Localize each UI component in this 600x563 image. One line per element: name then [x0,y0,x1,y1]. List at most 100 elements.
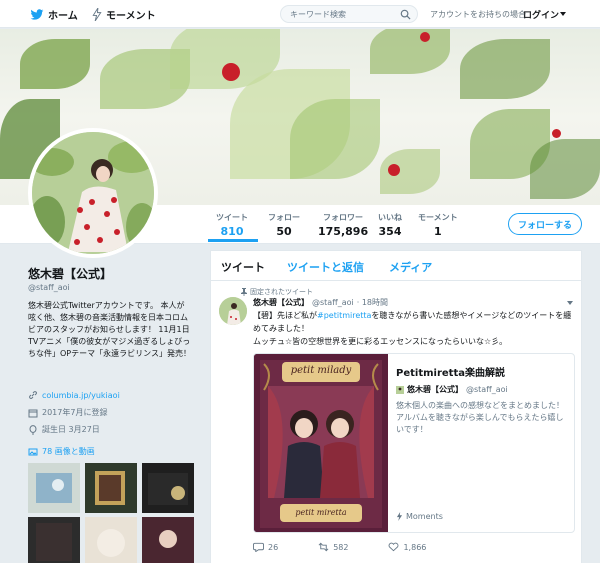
lightning-icon [92,8,102,21]
media-link[interactable]: 78 画像と動画 [28,446,95,457]
profile-birthday-row: 誕生日 3月27日 [28,424,100,435]
tweet-avatar-photo [219,297,247,325]
profile-handle: @staff_aoi [28,283,70,292]
moment-card[interactable]: petit milady petit miretta Petitmiretta楽… [253,353,575,533]
thumbnail-image [85,463,137,513]
heart-icon [389,542,399,552]
tweet-hashtag[interactable]: #petitmiretta [317,311,371,320]
banner-berry [388,164,400,176]
stat-label: いいね [378,213,402,222]
thumbnail-image [142,463,194,513]
stat-label: ツイート [216,213,248,222]
avatar-photo [32,132,154,254]
retweet-count: 582 [333,542,349,552]
profile-joined: 2017年7月に登録 [42,408,108,417]
tweet-avatar[interactable] [219,297,247,325]
media-thumbnail[interactable] [28,463,80,513]
like-action[interactable]: 1,866 [388,542,426,552]
pinned-label: 固定されたツイート [250,288,313,296]
calendar-icon [28,409,38,417]
banner-berry [552,129,561,138]
author-avatar-icon [396,385,404,394]
search-icon[interactable] [400,9,411,20]
card-author-handle: @staff_aoi [466,385,508,394]
tweet-actions: 26 582 1,866 [253,542,466,552]
tab-media[interactable]: メディア [389,259,432,275]
card-author: 悠木碧【公式】 @staff_aoi [396,384,508,395]
stat-value: 1 [434,225,442,238]
thumbnail-image [28,517,80,563]
tweet-timestamp[interactable]: · 18時間 [357,297,388,308]
profile-link-row: columbia.jp/yukiaoi [28,390,120,400]
nav-moments-label: モーメント [106,11,156,22]
card-image: petit milady petit miretta [254,354,388,532]
stat-label: モーメント [418,213,458,222]
banner-berry [420,32,430,42]
stat-followers[interactable]: フォロワー 175,896 [318,212,368,238]
stat-following[interactable]: フォロー 50 [268,212,300,238]
card-moments-label: Moments [406,512,443,521]
balloon-icon [29,424,37,435]
media-thumbnail[interactable] [142,463,194,513]
reply-count: 26 [268,542,279,552]
banner-leaf [290,99,380,179]
media-thumbnail[interactable] [85,517,137,563]
stat-label: フォロー [268,213,300,222]
search-box [280,5,418,23]
stat-value: 175,896 [318,225,369,238]
profile-bio: 悠木碧公式Twitterアカウントです。 本人が呟く他、悠木碧の音楽活動情報を日… [28,301,191,358]
pin-icon [241,288,247,296]
tweet-text-line2: ムッチュ☆皆の空想世界を更に彩るエッセンスになったらいいな☆彡。 [253,337,508,346]
stat-tweets[interactable]: ツイート 810 [216,212,248,238]
stat-moments[interactable]: モーメント 1 [418,212,458,238]
tweet-text: 【碧】先ほど私が#petitmirettaを聴きながら書いた感想やイメージなどの… [253,309,573,348]
active-stat-indicator [208,239,258,242]
stat-value: 354 [378,225,402,238]
media-thumbnail[interactable] [85,463,137,513]
tweet-header: 悠木碧【公式】 @staff_aoi · 18時間 [253,297,388,308]
chevron-down-icon[interactable] [560,12,566,16]
album-cover-image [254,354,388,532]
profile-avatar[interactable] [28,128,158,258]
link-icon [29,391,37,399]
profile-birthday: 誕生日 3月27日 [42,425,100,434]
timeline: ツイート ツイートと返信 メディア 固定されたツイート 悠木碧【公式】 @sta… [210,250,582,563]
banner-leaf [20,39,90,89]
stat-value: 50 [276,225,292,238]
reply-action[interactable]: 26 [253,542,278,552]
thumbnail-image [28,463,80,513]
stat-label: フォロワー [323,213,364,222]
chevron-down-icon[interactable] [567,301,573,305]
login-link[interactable]: ログイン [523,8,559,21]
profile-name: 悠木碧【公式】 [28,267,113,281]
tweet-author-name[interactable]: 悠木碧【公式】 [253,297,309,308]
follow-button[interactable]: フォローする [508,213,582,235]
tab-tweets[interactable]: ツイート [221,259,265,275]
thumbnail-image [85,517,137,563]
tweet-text-pre: 【碧】先ほど私が [253,311,317,320]
profile-website-link[interactable]: columbia.jp/yukiaoi [42,391,120,400]
stat-value: 810 [220,225,244,238]
search-input[interactable] [281,6,391,22]
stat-likes[interactable]: いいね 354 [378,212,402,238]
nav-moments[interactable]: モーメント [92,7,156,22]
retweet-icon [318,542,329,552]
card-image-sign-top: petit milady [290,365,352,376]
media-thumbnail[interactable] [28,517,80,563]
card-title[interactable]: Petitmiretta楽曲解説 [396,364,505,379]
image-icon [28,448,38,455]
banner-leaf [530,139,600,199]
tab-tweets-replies[interactable]: ツイートと返信 [287,259,364,275]
media-link-label: 78 画像と動画 [42,447,95,456]
twitter-bird-icon [30,8,44,20]
banner-leaf [460,39,550,99]
card-moments-tag: Moments [396,512,443,521]
banner-berry [222,63,240,81]
nav-home-label: ホーム [48,11,78,22]
pinned-tweet-label: 固定されたツイート [241,287,313,297]
retweet-action[interactable]: 582 [318,542,348,552]
banner-leaf [370,29,450,74]
media-thumbnail[interactable] [142,517,194,563]
nav-home[interactable]: ホーム [30,7,78,22]
tweet-author-handle[interactable]: @staff_aoi [312,298,354,307]
